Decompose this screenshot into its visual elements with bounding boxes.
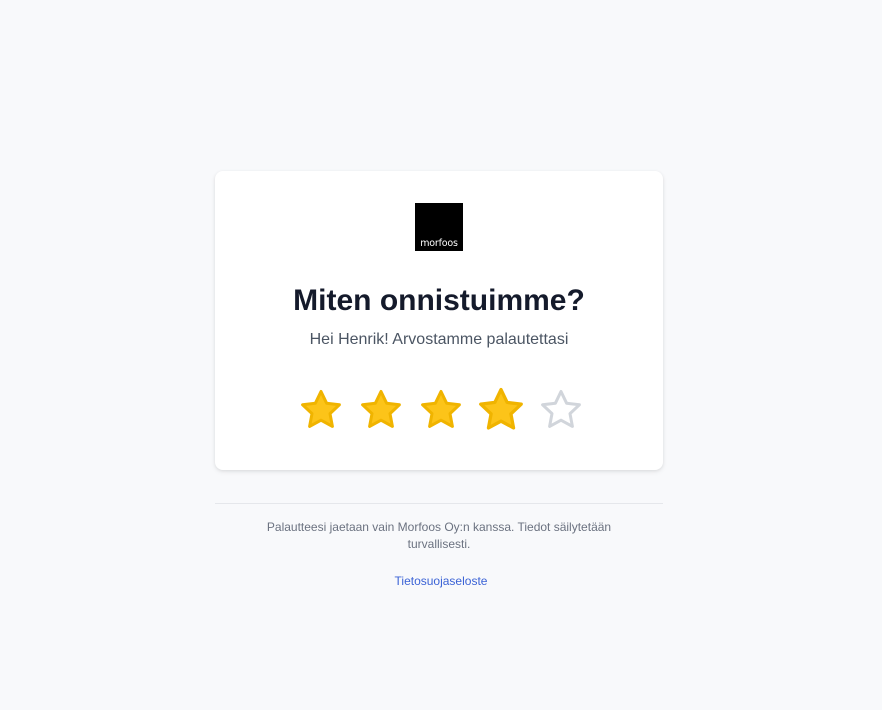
privacy-policy-link[interactable]: Tietosuojaseloste [395, 574, 488, 588]
privacy-link-container: Tietosuojaseloste [0, 573, 882, 590]
page: morfoos Miten onnistuimme? Hei Henrik! A… [0, 0, 882, 710]
star-4-icon[interactable] [475, 385, 527, 437]
privacy-note: Palautteesi jaetaan vain Morfoos Oy:n ka… [266, 520, 612, 551]
footer-divider [215, 503, 663, 504]
feedback-card: morfoos Miten onnistuimme? Hei Henrik! A… [215, 171, 663, 470]
star-1-icon[interactable] [295, 385, 347, 437]
star-5-icon[interactable] [535, 385, 587, 437]
star-2-icon[interactable] [355, 385, 407, 437]
morfoos-logo: morfoos [415, 203, 463, 251]
greeting-subtitle: Hei Henrik! Arvostamme palautettasi [309, 331, 569, 348]
logo-text: morfoos [420, 238, 458, 249]
page-title: Miten onnistuimme? [293, 284, 585, 317]
star-3-icon[interactable] [415, 385, 467, 437]
star-rating [295, 385, 583, 437]
